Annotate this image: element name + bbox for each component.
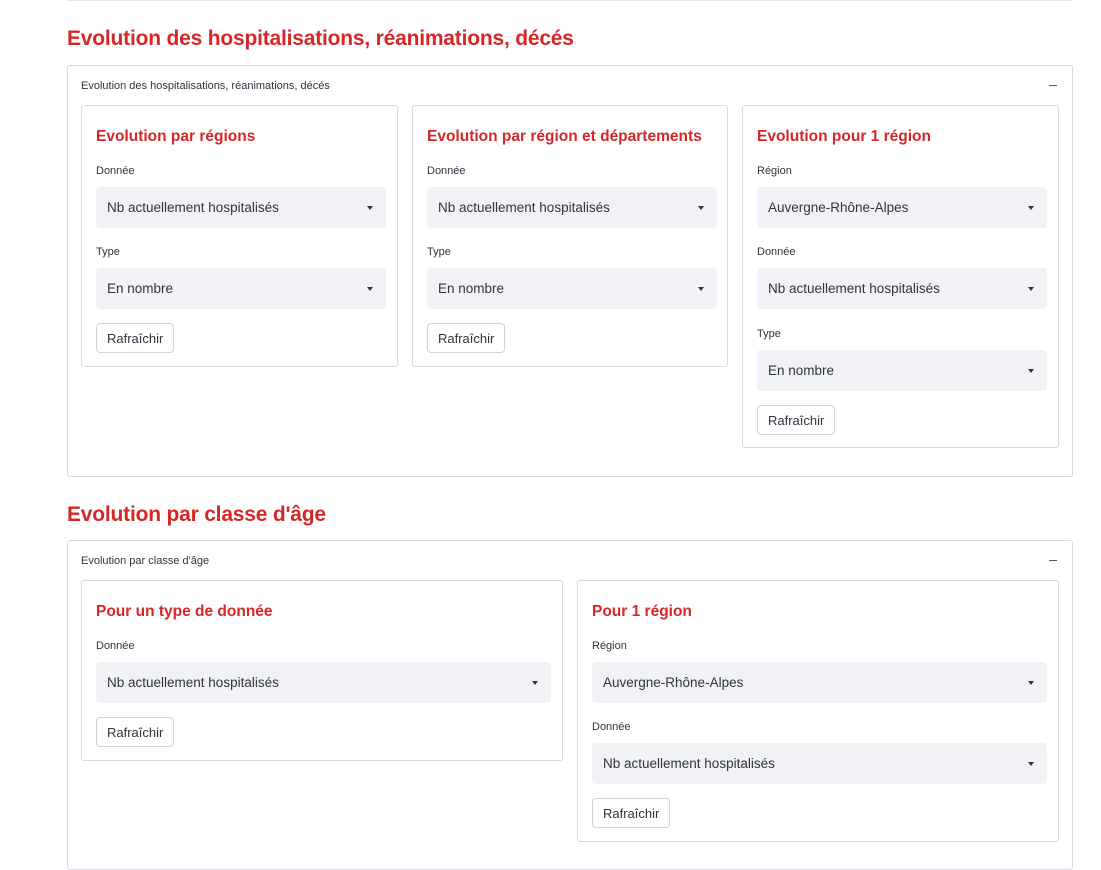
top-divider — [67, 0, 1072, 1]
select-value: Nb actuellement hospitalisés — [107, 200, 279, 215]
select-value: Nb actuellement hospitalisés — [107, 675, 279, 690]
caret-down-icon — [532, 680, 538, 685]
card-evolution-departements: Evolution par région et départements Don… — [412, 105, 728, 367]
select-value: Auvergne-Rhône-Alpes — [603, 675, 744, 690]
type-select[interactable]: En nombre — [96, 268, 386, 309]
donnee-label: Donnée — [592, 721, 631, 733]
section-title-classe-age: Evolution par classe d'âge — [67, 503, 326, 526]
donnee-label: Donnée — [96, 165, 135, 177]
caret-down-icon — [698, 286, 704, 291]
donnee-label: Donnée — [757, 246, 796, 258]
select-value: Auvergne-Rhône-Alpes — [768, 200, 909, 215]
refresh-button[interactable]: Rafraîchir — [592, 798, 671, 828]
caret-down-icon — [1028, 761, 1034, 766]
select-value: Nb actuellement hospitalisés — [438, 200, 610, 215]
region-select[interactable]: Auvergne-Rhône-Alpes — [757, 187, 1047, 228]
donnee-select[interactable]: Nb actuellement hospitalisés — [757, 268, 1047, 309]
expander-header[interactable]: Evolution des hospitalisations, réanimat… — [81, 78, 1059, 94]
select-value: En nombre — [438, 281, 505, 296]
caret-down-icon — [367, 286, 373, 291]
expander-hospitalisations: Evolution des hospitalisations, réanimat… — [67, 65, 1073, 477]
region-label: Région — [592, 640, 627, 652]
card-pour-une-region: Pour 1 région Région Auvergne-Rhône-Alpe… — [577, 580, 1059, 842]
region-label: Région — [757, 165, 792, 177]
caret-down-icon — [698, 205, 704, 210]
card-title: Pour 1 région — [592, 603, 692, 620]
card-title: Evolution pour 1 région — [757, 128, 931, 145]
refresh-button[interactable]: Rafraîchir — [96, 717, 175, 747]
caret-down-icon — [1028, 680, 1034, 685]
type-label: Type — [427, 246, 451, 258]
donnee-label: Donnée — [427, 165, 466, 177]
expander-label: Evolution des hospitalisations, réanimat… — [81, 80, 330, 92]
caret-down-icon — [1028, 205, 1034, 210]
card-title: Evolution par régions — [96, 128, 256, 145]
card-evolution-une-region: Evolution pour 1 région Région Auvergne-… — [742, 105, 1059, 448]
section-title-hospitalisations: Evolution des hospitalisations, réanimat… — [67, 27, 574, 50]
type-select[interactable]: En nombre — [427, 268, 717, 309]
card-title: Evolution par région et départements — [427, 128, 702, 145]
select-value: En nombre — [107, 281, 174, 296]
type-label: Type — [96, 246, 120, 258]
card-pour-type-donnee: Pour un type de donnée Donnée Nb actuell… — [81, 580, 563, 761]
minus-icon[interactable] — [1047, 80, 1059, 92]
donnee-select[interactable]: Nb actuellement hospitalisés — [96, 187, 386, 228]
refresh-button[interactable]: Rafraîchir — [96, 323, 175, 353]
expander-classe-age: Evolution par classe d'âge Pour un type … — [67, 540, 1073, 870]
caret-down-icon — [1028, 368, 1034, 373]
select-value: En nombre — [768, 363, 835, 378]
expander-label: Evolution par classe d'âge — [81, 555, 210, 567]
type-select[interactable]: En nombre — [757, 350, 1047, 391]
card-evolution-regions: Evolution par régions Donnée Nb actuelle… — [81, 105, 398, 367]
donnee-select[interactable]: Nb actuellement hospitalisés — [96, 662, 551, 703]
donnee-select[interactable]: Nb actuellement hospitalisés — [427, 187, 717, 228]
refresh-button[interactable]: Rafraîchir — [427, 323, 506, 353]
donnee-label: Donnée — [96, 640, 135, 652]
select-value: Nb actuellement hospitalisés — [768, 281, 940, 296]
minus-icon[interactable] — [1047, 555, 1059, 567]
region-select[interactable]: Auvergne-Rhône-Alpes — [592, 662, 1047, 703]
type-label: Type — [757, 328, 781, 340]
caret-down-icon — [367, 205, 373, 210]
refresh-button[interactable]: Rafraîchir — [757, 405, 836, 435]
expander-header[interactable]: Evolution par classe d'âge — [81, 553, 1059, 569]
select-value: Nb actuellement hospitalisés — [603, 756, 775, 771]
caret-down-icon — [1028, 286, 1034, 291]
card-title: Pour un type de donnée — [96, 603, 273, 620]
donnee-select[interactable]: Nb actuellement hospitalisés — [592, 743, 1047, 784]
